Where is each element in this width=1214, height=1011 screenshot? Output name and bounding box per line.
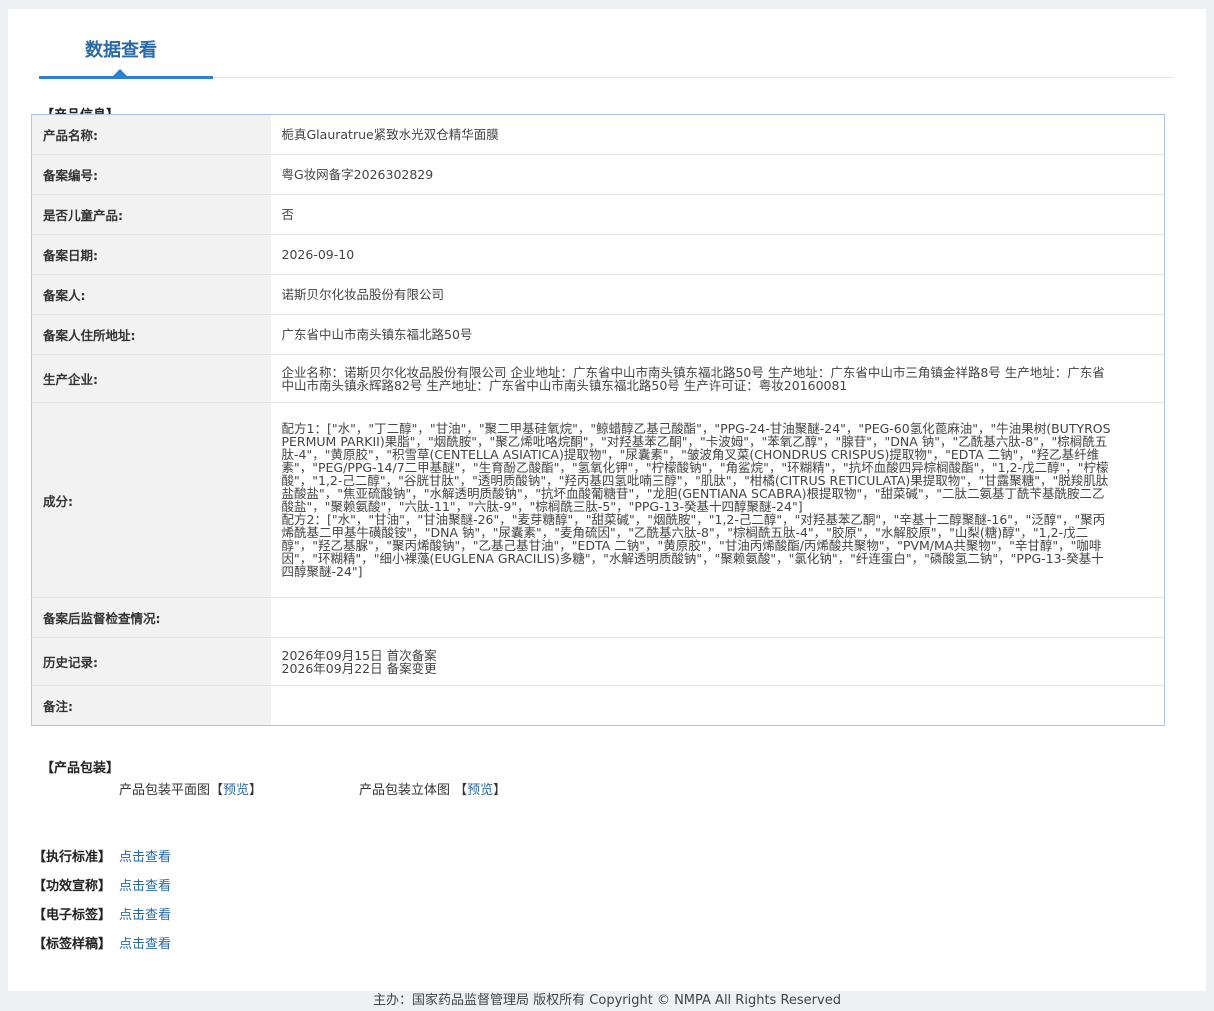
tab-active-indicator (39, 76, 213, 79)
table-row: 备案日期: 2026-09-10 (31, 234, 1165, 275)
packaging-flat-preview-link[interactable]: 预览 (223, 783, 249, 798)
row-value (270, 597, 1165, 638)
tab-caret-icon (113, 69, 127, 76)
table-row: 备案人住所地址: 广东省中山市南头镇东福北路50号 (31, 314, 1165, 355)
row-value: 诺斯贝尔化妆品股份有限公司 (270, 274, 1165, 315)
row-label: 备案日期: (31, 234, 271, 275)
row-value: 否 (270, 194, 1165, 235)
row-value: 企业名称：诺斯贝尔化妆品股份有限公司 企业地址：广东省中山市南头镇东福北路50号… (270, 354, 1165, 403)
row-value: 粤G妆网备字2026302829 (270, 154, 1165, 195)
row-label: 备注: (31, 685, 271, 726)
row-label: 成分: (31, 402, 271, 598)
link-label: 【电子标签】 (33, 908, 112, 923)
packaging-solid: 产品包装立体图 【预览】 (359, 783, 507, 798)
table-row: 历史记录: 2026年09月15日 首次备案 2026年09月22日 备案变更 (31, 637, 1165, 686)
tab-bar: 数据查看 (39, 9, 1174, 79)
table-row: 备注: (31, 685, 1165, 726)
packaging-solid-preview-link[interactable]: 预览 (467, 783, 493, 798)
table-row: 产品名称: 栀真Glauratrue紧致水光双仓精华面膜 (31, 114, 1165, 155)
row-value: 广东省中山市南头镇东福北路50号 (270, 314, 1165, 355)
link-row-e-label: 【电子标签】 点击查看 (33, 904, 171, 923)
link-label: 【执行标准】 (33, 850, 112, 865)
table-row: 成分: 配方1：["水"，"丁二醇"，"甘油"，"聚二甲基硅氧烷"，"鲸蜡醇乙基… (31, 402, 1165, 598)
table-row: 生产企业: 企业名称：诺斯贝尔化妆品股份有限公司 企业地址：广东省中山市南头镇东… (31, 354, 1165, 403)
row-value (271, 686, 1165, 726)
row-label: 备案编号: (31, 154, 271, 195)
link-label: 【功效宣称】 (33, 879, 112, 894)
link-row-efficacy: 【功效宣称】 点击查看 (33, 875, 171, 894)
view-efficacy-link[interactable]: 点击查看 (119, 879, 171, 894)
table-row: 备案后监督检查情况: (31, 597, 1165, 638)
view-e-label-link[interactable]: 点击查看 (119, 908, 171, 923)
section-title-packaging: 【产品包装】 (41, 761, 120, 776)
packaging-flat-label: 产品包装平面图 (119, 783, 211, 798)
view-standard-link[interactable]: 点击查看 (119, 850, 171, 865)
table-row: 备案人: 诺斯贝尔化妆品股份有限公司 (31, 274, 1165, 315)
packaging-flat: 产品包装平面图【预览】 (119, 783, 263, 798)
link-row-label-sample: 【标签样稿】 点击查看 (33, 933, 171, 952)
view-label-sample-link[interactable]: 点击查看 (119, 937, 171, 952)
row-value-ingredients: 配方1：["水"，"丁二醇"，"甘油"，"聚二甲基硅氧烷"，"鲸蜡醇乙基己酸酯"… (270, 402, 1165, 598)
footer-copyright: 主办：国家药品监督管理局 版权所有 Copyright © NMPA All R… (373, 993, 841, 1008)
product-info-table: 产品名称: 栀真Glauratrue紧致水光双仓精华面膜 备案编号: 粤G妆网备… (31, 114, 1165, 726)
row-value: 2026-09-10 (270, 234, 1165, 275)
link-row-standard: 【执行标准】 点击查看 (33, 846, 171, 865)
table-row: 是否儿童产品: 否 (31, 194, 1165, 235)
row-label: 生产企业: (31, 354, 271, 403)
row-value: 栀真Glauratrue紧致水光双仓精华面膜 (270, 114, 1165, 155)
row-label: 历史记录: (31, 637, 271, 686)
row-label: 备案人住所地址: (31, 314, 271, 355)
row-value-history: 2026年09月15日 首次备案 2026年09月22日 备案变更 (270, 637, 1165, 686)
row-label: 备案后监督检查情况: (31, 597, 271, 638)
row-label: 是否儿童产品: (31, 194, 271, 235)
tab-data-view[interactable]: 数据查看 (85, 36, 157, 62)
table-row: 备案编号: 粤G妆网备字2026302829 (31, 154, 1165, 195)
packaging-solid-label: 产品包装立体图 (359, 783, 451, 798)
row-label: 备案人: (31, 274, 271, 315)
row-label: 产品名称: (31, 114, 271, 155)
link-label: 【标签样稿】 (33, 937, 112, 952)
